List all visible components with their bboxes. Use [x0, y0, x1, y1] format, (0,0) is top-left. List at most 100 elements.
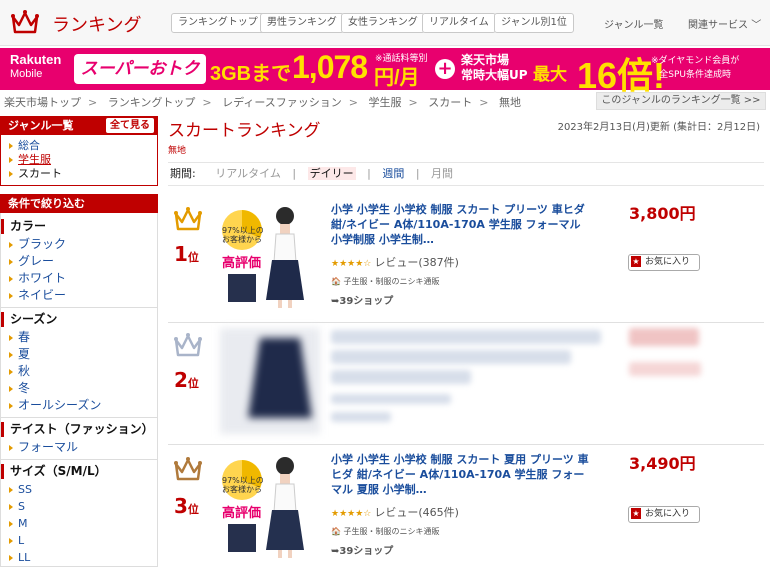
blurred-shop	[331, 412, 391, 422]
main-content: スカートランキング 無地 2023年2月13日(月)更新 (集計日：2月12日)…	[168, 116, 764, 560]
period-daily[interactable]: デイリー	[307, 167, 356, 180]
filter-option[interactable]: SS	[1, 481, 157, 498]
banner-rakuten-ichiba: 楽天市場 常時大幅UP	[461, 53, 528, 82]
ranking-subtitle[interactable]: 無地	[168, 143, 764, 156]
favorite-button[interactable]: お気に入り	[628, 254, 700, 271]
rank-number: 2位	[174, 368, 199, 392]
ranking-item: 3位 97%以上の お客様から 高評価 小学 小学生 小学校 制服 スカート 夏用…	[168, 450, 764, 570]
favorite-button[interactable]: お気に入り	[628, 506, 700, 523]
product-price: 3,490円	[629, 454, 696, 473]
filter-option[interactable]: ブラック	[1, 236, 157, 253]
related-services-link[interactable]: 関連サービス ﹀	[688, 16, 761, 31]
site-header: ランキング ランキングトップ 男性ランキング 女性ランキング リアルタイム ジャ…	[0, 0, 770, 46]
product-title-link[interactable]: 小学 小学生 小学校 制服 スカート 夏用 プリーツ 車ヒダ 紺/ネイビー A体…	[331, 452, 595, 497]
page-title-ranking[interactable]: ランキング	[52, 11, 141, 37]
filter-option[interactable]: オールシーズン	[1, 397, 157, 414]
filter-panel: カラー ブラック グレー ホワイト ネイビー シーズン 春 夏 秋 冬 オールシ…	[0, 213, 158, 567]
nav-genre-first[interactable]: ジャンル別1位	[494, 13, 574, 33]
genre-list-header: ジャンル一覧 全て見る	[0, 116, 158, 135]
promo-banner[interactable]: Rakuten Mobile スーパーおトク 3GBまで 1,078 ※通話料等別…	[0, 48, 770, 96]
divider	[1, 307, 157, 308]
rank-number: 1位	[174, 242, 199, 266]
product-price: 3,800円	[629, 204, 696, 223]
review-count-link[interactable]: レビュー(387件)	[374, 256, 459, 269]
ranking-item: 2位	[168, 326, 764, 444]
breadcrumb-item[interactable]: 無地	[499, 96, 521, 109]
crown-logo-icon[interactable]	[10, 8, 40, 36]
divider	[1, 417, 157, 418]
filter-option[interactable]: 春	[1, 329, 157, 346]
silver-crown-icon	[174, 333, 202, 357]
filter-group-color: カラー	[1, 219, 157, 234]
filter-option[interactable]: グレー	[1, 253, 157, 270]
review-count-link[interactable]: レビュー(465件)	[374, 506, 459, 519]
blurred-title	[331, 330, 601, 344]
blurred-title	[331, 350, 571, 364]
banner-super-otoku: スーパーおトク	[74, 54, 206, 84]
filter-option[interactable]: LL	[1, 549, 157, 566]
genre-list-link[interactable]: ジャンル一覧	[604, 16, 664, 31]
chevron-down-icon: ﹀	[751, 20, 762, 31]
genre-item-skirt[interactable]: スカート	[6, 167, 157, 181]
blurred-price	[629, 328, 699, 346]
product-image-blurred[interactable]	[220, 328, 320, 434]
updated-date: 2023年2月13日(月)更新 (集計日：2月12日)	[557, 122, 760, 133]
show-all-button[interactable]: 全て見る	[106, 118, 154, 133]
divider	[168, 322, 764, 323]
rakuten-mobile-logo: Rakuten Mobile	[10, 52, 62, 80]
badge-text: 97%以上の お客様から	[222, 476, 264, 494]
breadcrumb-item[interactable]: 学生服	[369, 96, 402, 109]
banner-diamond-note: ※ダイヤモンド会員が 全SPU条件達成時	[651, 56, 740, 80]
shop-39-badge: ➥39ショップ	[331, 296, 394, 307]
breadcrumb-item[interactable]: 楽天市場トップ	[4, 96, 81, 109]
ranking-item: 1位 97%以上の お客様から 高評価 小学 小学生 小学校 制服 スカート プリ…	[168, 200, 764, 320]
filter-option[interactable]: ネイビー	[1, 287, 157, 304]
period-monthly[interactable]: 月間	[431, 167, 453, 180]
breadcrumb-item[interactable]: スカート	[428, 96, 472, 109]
blurred-title	[331, 370, 471, 384]
related-services-label: 関連サービス	[688, 20, 748, 31]
filter-group-size: サイズ（S/M/L）	[1, 464, 157, 479]
product-photo	[220, 328, 320, 434]
filter-option[interactable]: M	[1, 515, 157, 532]
nav-realtime[interactable]: リアルタイム	[422, 13, 496, 33]
shop-name-link[interactable]: 🏠 子生服・制服のニシキ通販	[331, 526, 440, 537]
genre-item-overall[interactable]: 総合	[6, 139, 157, 153]
genre-item-school-uniform[interactable]: 学生服	[6, 153, 157, 167]
filter-option[interactable]: フォーマル	[1, 439, 157, 456]
review-stars: ★★★★☆ レビュー(387件)	[331, 256, 459, 269]
badge-highly-rated: 高評価	[222, 256, 262, 271]
breadcrumb: 楽天市場トップ > ランキングトップ > レディースファッション > 学生服 > スカー…	[4, 96, 521, 109]
badge-text: 97%以上の お客様から	[222, 226, 264, 244]
breadcrumb-item[interactable]: ランキングトップ	[108, 96, 196, 109]
filter-option[interactable]: S	[1, 498, 157, 515]
product-title-link[interactable]: 小学 小学生 小学校 制服 スカート プリーツ 車ヒダ 紺/ネイビー A体/11…	[331, 202, 595, 247]
filter-option[interactable]: 冬	[1, 380, 157, 397]
banner-plan: 3GBまで	[210, 63, 292, 85]
nav-men-ranking[interactable]: 男性ランキング	[260, 13, 344, 33]
filter-option[interactable]: L	[1, 532, 157, 549]
bronze-crown-icon	[174, 457, 202, 481]
gold-crown-icon	[174, 207, 202, 231]
period-weekly[interactable]: 週間	[382, 167, 404, 180]
filter-option[interactable]: 秋	[1, 363, 157, 380]
filter-group-taste: テイスト（ファッション）	[1, 422, 157, 437]
filter-group-season: シーズン	[1, 312, 157, 327]
banner-price: 1,078	[292, 49, 368, 85]
breadcrumb-item[interactable]: レディースファッション	[222, 96, 342, 109]
divider	[168, 444, 764, 445]
shop-39-badge: ➥39ショップ	[331, 546, 394, 557]
period-realtime[interactable]: リアルタイム	[215, 167, 281, 180]
filter-option[interactable]: ホワイト	[1, 270, 157, 287]
genre-ranking-list-button[interactable]: このジャンルのランキング一覧 >>	[596, 92, 766, 110]
rank-number: 3位	[174, 494, 199, 518]
nav-ranking-top[interactable]: ランキングトップ	[171, 13, 265, 33]
blurred-favorite	[629, 362, 701, 376]
filter-option[interactable]: 夏	[1, 346, 157, 363]
shop-name-link[interactable]: 🏠 子生服・制服のニシキ通販	[331, 276, 440, 287]
nav-women-ranking[interactable]: 女性ランキング	[341, 13, 425, 33]
banner-max: 最大	[533, 65, 567, 85]
filter-header: 条件で絞り込む	[0, 194, 158, 213]
sidebar: ジャンル一覧 全て見る 総合 学生服 スカート 条件で絞り込む カラー ブラック…	[0, 116, 158, 567]
badge-highly-rated: 高評価	[222, 506, 262, 521]
